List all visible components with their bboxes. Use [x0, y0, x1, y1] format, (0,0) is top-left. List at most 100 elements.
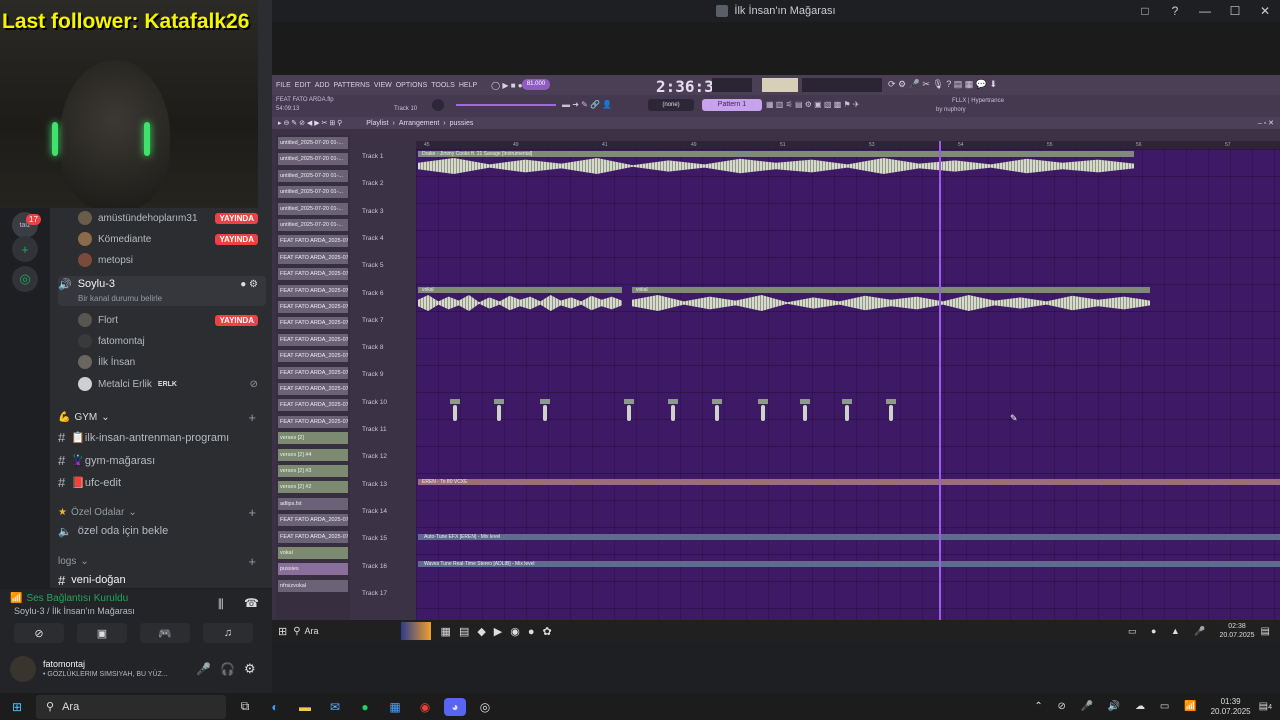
- notification-icon[interactable]: ▤4: [1259, 701, 1272, 712]
- tempo-display[interactable]: 81.000: [522, 79, 550, 90]
- browser-clip[interactable]: FEAT FATO ARDA_2025-07...: [278, 284, 348, 297]
- browser-clip[interactable]: untitled_2025-07-20 01-...: [278, 153, 348, 166]
- pattern-selector[interactable]: Pattern 1: [702, 99, 762, 111]
- clock-date[interactable]: 20.07.2025: [1220, 631, 1255, 640]
- add-server-icon[interactable]: +: [12, 236, 38, 262]
- clock-time[interactable]: 02:38: [1220, 622, 1255, 631]
- channel-status-text[interactable]: Bir kanal durumu belirle: [78, 294, 162, 303]
- username[interactable]: fatomontaj: [43, 659, 85, 669]
- browser-clip[interactable]: pussies: [278, 563, 348, 576]
- menu-patterns[interactable]: PATTERNS: [334, 82, 370, 89]
- help-icon[interactable]: ?: [1160, 4, 1190, 18]
- file-explorer-icon[interactable]: ▬: [294, 698, 316, 716]
- voice-user[interactable]: Metalci Erlik ERLK ⊘: [78, 376, 268, 392]
- track-header[interactable]: Track 5: [362, 262, 383, 269]
- sample-clip[interactable]: [624, 399, 634, 421]
- browser-clip[interactable]: nfrsizvokal: [278, 579, 348, 592]
- edge-icon[interactable]: ◐: [264, 698, 286, 716]
- voice-user[interactable]: Kömediante YAYINDA: [78, 231, 268, 247]
- track-header[interactable]: Track 17: [362, 590, 387, 597]
- browser-clip[interactable]: FEAT FATO ARDA_2025-07...: [278, 530, 348, 543]
- inbox-icon[interactable]: □: [1130, 4, 1160, 18]
- audio-clip-waveform[interactable]: [418, 158, 1134, 174]
- voice-channel[interactable]: 🔈 özel oda için bekle: [58, 522, 266, 540]
- browser-clip[interactable]: FEAT FATO ARDA_2025-07...: [278, 383, 348, 395]
- voice-user[interactable]: Flort YAYINDA: [78, 312, 268, 328]
- browser-clip[interactable]: untitled_2025-07-20 01-...: [278, 169, 348, 182]
- menu-edit[interactable]: EDIT: [295, 82, 311, 89]
- automation-clip[interactable]: Auto-Tune EFX [EREN] - Mix level: [418, 534, 1280, 540]
- timeline-ruler[interactable]: 45 49 41 49 51 53 54 55 56 57: [416, 141, 1280, 149]
- spotify-icon[interactable]: ●: [354, 698, 376, 716]
- menu-help[interactable]: HELP: [459, 82, 477, 89]
- add-channel-icon[interactable]: +: [248, 554, 256, 569]
- browser-clip[interactable]: untitled_2025-07-20 01-...: [278, 186, 348, 199]
- menu-view[interactable]: VIEW: [374, 82, 392, 89]
- browser-clip[interactable]: FEAT FATO ARDA_2025-07...: [278, 235, 348, 248]
- category-private[interactable]: ★ Özel Odalar ⌄ +: [58, 505, 266, 520]
- menu-options[interactable]: OPTIONS: [396, 82, 428, 89]
- audio-clip-header[interactable]: Drake - Jimmy Cooks ft. 21 Savage [Instr…: [418, 151, 1134, 157]
- voice-user[interactable]: amüstündehoplarım31 YAYINDA: [78, 210, 268, 226]
- browser-clip[interactable]: adlips.fst: [278, 497, 348, 510]
- voice-channel-soylu-3[interactable]: 🔊 Soylu-3 ● ⚙ Bir kanal durumu belirle: [58, 276, 266, 306]
- main-pitch-knob[interactable]: [432, 99, 444, 111]
- audio-clip-header[interactable]: vokal: [632, 287, 1150, 293]
- breadcrumb-arrangement[interactable]: Arrangement: [399, 120, 439, 127]
- text-channel[interactable]: # 📋ilk-insan-antrenman-programı: [58, 428, 266, 446]
- browser-clip[interactable]: FEAT FATO ARDA_2025-07...: [278, 268, 348, 281]
- voice-user[interactable]: fatomontaj: [78, 333, 268, 349]
- automation-clip[interactable]: Waves Tune Real-Time Stereo [ADLIB] - Mi…: [418, 561, 1280, 567]
- track-header[interactable]: Track 1: [362, 153, 383, 160]
- chrome-icon[interactable]: ◉: [414, 698, 436, 716]
- microphone-icon[interactable]: 🎤: [196, 662, 211, 676]
- master-volume-slider[interactable]: [456, 104, 556, 106]
- track-header[interactable]: Track 10: [362, 399, 387, 406]
- track-header[interactable]: Track 9: [362, 371, 383, 378]
- playlist-window-controls[interactable]: – ▫ ✕: [1258, 119, 1274, 127]
- track-header[interactable]: Track 14: [362, 508, 387, 515]
- track-header[interactable]: Track 4: [362, 235, 383, 242]
- sample-clip[interactable]: [540, 399, 550, 421]
- browser-clip[interactable]: untitled_2025-07-20 01-...: [278, 137, 348, 149]
- audio-clip-header[interactable]: vokal: [418, 287, 622, 293]
- headphones-icon[interactable]: 🎧: [220, 662, 235, 676]
- pat-song-toggle[interactable]: ◯ ▶ ■ ●: [491, 81, 522, 90]
- browser-clip[interactable]: vokal: [278, 547, 348, 559]
- browser-clip[interactable]: FEAT FATO ARDA_2025-07...: [278, 514, 348, 527]
- add-channel-icon[interactable]: +: [248, 410, 256, 425]
- news-title[interactable]: FLLX | Hypertrance: [952, 98, 1004, 104]
- soundboard-button[interactable]: ♫: [203, 623, 253, 643]
- browser-clip[interactable]: FEAT FATO ARDA_2025-07...: [278, 333, 348, 346]
- voice-location-text[interactable]: Soylu-3 / İlk İnsan'ın Mağarası: [14, 606, 135, 616]
- category-gym[interactable]: 💪 GYM ⌄ +: [58, 410, 266, 425]
- browser-clip[interactable]: FEAT FATO ARDA_2025-07...: [278, 415, 348, 428]
- sample-clip[interactable]: [668, 399, 678, 421]
- mail-icon[interactable]: ✉: [324, 698, 346, 716]
- screen-share-button[interactable]: ▣: [77, 623, 127, 643]
- notification-icon[interactable]: ▤: [1261, 626, 1270, 637]
- search-field[interactable]: Ara: [305, 626, 401, 636]
- discord-icon[interactable]: ◕: [444, 697, 466, 716]
- clock-date[interactable]: 20.07.2025: [1211, 707, 1251, 717]
- track-header[interactable]: Track 8: [362, 344, 383, 351]
- snap-selector[interactable]: (none): [648, 99, 694, 111]
- obs-icon[interactable]: ◎: [474, 698, 496, 716]
- browser-clip[interactable]: FEAT FATO ARDA_2025-07...: [278, 366, 348, 379]
- track-header[interactable]: Track 2: [362, 180, 383, 187]
- browser-clip[interactable]: verses [2]: [278, 432, 348, 445]
- track-header[interactable]: Track 3: [362, 208, 383, 215]
- search-bar[interactable]: ⚲ Ara: [36, 694, 226, 719]
- minimize-button[interactable]: —: [1190, 4, 1220, 18]
- browser-clip[interactable]: untitled_2025-07-20 01-...: [278, 202, 348, 215]
- text-channel[interactable]: # 🦹gym-mağarası: [58, 451, 266, 469]
- browser-clip[interactable]: FEAT FATO ARDA_2025-07...: [278, 301, 348, 313]
- menu-file[interactable]: FILE: [276, 82, 291, 89]
- browser-clip[interactable]: FEAT FATO ARDA_2025-07...: [278, 350, 348, 363]
- browser-clip[interactable]: untitled_2025-07-20 01-...: [278, 219, 348, 231]
- window-shortcut-icons[interactable]: ▦ ▥ ⚟ ▤ ⚙ ▣ ▧ ▩ ⚑ ✈: [766, 100, 860, 109]
- noise-suppression-icon[interactable]: ⫼: [218, 597, 224, 612]
- browser-clip[interactable]: FEAT FATO ARDA_2025-07...: [278, 251, 348, 264]
- sample-clip[interactable]: [494, 399, 504, 421]
- windows-start-icon[interactable]: ⊞: [6, 698, 28, 716]
